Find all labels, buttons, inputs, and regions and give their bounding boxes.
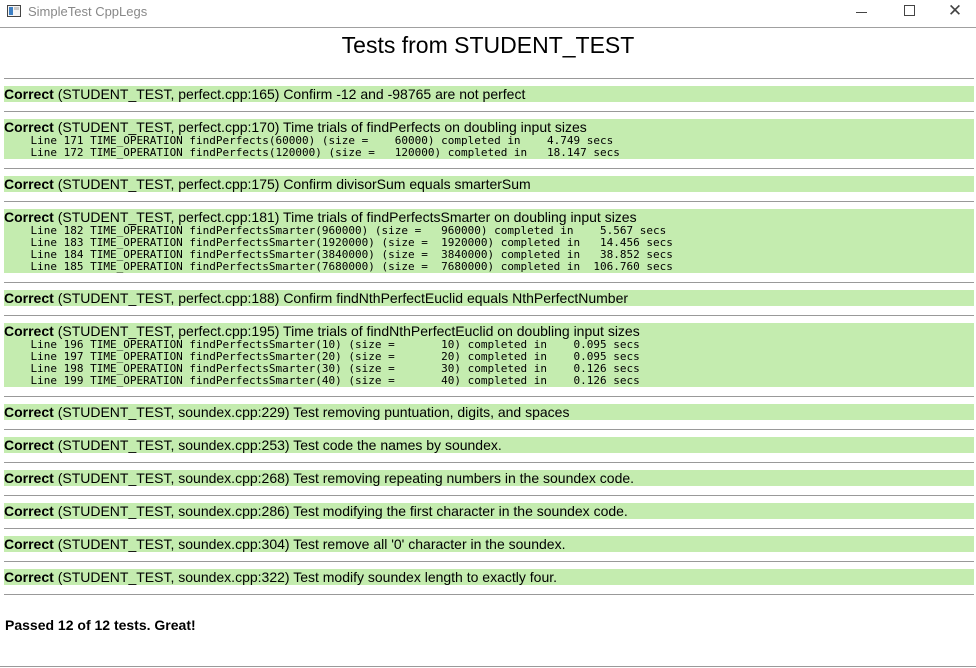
test-status: Correct [4, 176, 54, 192]
test-separator [4, 462, 974, 463]
minimize-icon [855, 11, 867, 13]
test-description: (STUDENT_TEST, perfect.cpp:188) Confirm … [57, 290, 629, 306]
test-header: Correct (STUDENT_TEST, soundex.cpp:253) … [4, 437, 974, 453]
test-separator [4, 495, 974, 496]
window-title: SimpleTest CppLegs [28, 4, 148, 19]
timing-output: Line 182 TIME_OPERATION findPerfectsSmar… [4, 225, 974, 273]
test-description: (STUDENT_TEST, perfect.cpp:195) Time tri… [57, 323, 640, 339]
test-status: Correct [4, 569, 54, 585]
test-separator [4, 282, 974, 283]
test-header: Correct (STUDENT_TEST, soundex.cpp:286) … [4, 503, 974, 519]
test-status: Correct [4, 290, 54, 306]
test-result: Correct (STUDENT_TEST, perfect.cpp:181) … [4, 209, 974, 273]
test-header: Correct (STUDENT_TEST, soundex.cpp:229) … [4, 404, 974, 420]
title-divider [0, 27, 976, 28]
test-result: Correct (STUDENT_TEST, perfect.cpp:165) … [4, 86, 974, 102]
test-description: (STUDENT_TEST, soundex.cpp:229) Test rem… [57, 404, 570, 420]
test-result: Correct (STUDENT_TEST, soundex.cpp:253) … [4, 437, 974, 453]
test-status: Correct [4, 470, 54, 486]
test-result: Correct (STUDENT_TEST, soundex.cpp:304) … [4, 536, 974, 552]
test-description: (STUDENT_TEST, perfect.cpp:175) Confirm … [57, 176, 531, 192]
timing-line: Line 172 TIME_OPERATION findPerfects(120… [4, 146, 620, 159]
test-header: Correct (STUDENT_TEST, perfect.cpp:170) … [4, 119, 974, 135]
test-description: (STUDENT_TEST, soundex.cpp:268) Test rem… [57, 470, 635, 486]
summary-text: Passed 12 of 12 tests. Great! [5, 617, 196, 633]
test-header: Correct (STUDENT_TEST, perfect.cpp:195) … [4, 323, 974, 339]
test-result: Correct (STUDENT_TEST, soundex.cpp:286) … [4, 503, 974, 519]
test-result: Correct (STUDENT_TEST, soundex.cpp:229) … [4, 404, 974, 420]
test-description: (STUDENT_TEST, soundex.cpp:253) Test cod… [57, 437, 502, 453]
test-separator [4, 561, 974, 562]
test-status: Correct [4, 404, 54, 420]
test-header: Correct (STUDENT_TEST, soundex.cpp:304) … [4, 536, 974, 552]
title-bar[interactable]: SimpleTest CppLegs ✕ [0, 0, 976, 24]
test-separator [4, 396, 974, 397]
maximize-button[interactable] [886, 0, 932, 24]
test-result: Correct (STUDENT_TEST, perfect.cpp:195) … [4, 323, 974, 387]
test-description: (STUDENT_TEST, soundex.cpp:304) Test rem… [57, 536, 566, 552]
bottom-divider [0, 666, 976, 667]
test-description: (STUDENT_TEST, perfect.cpp:181) Time tri… [57, 209, 637, 225]
test-separator [4, 315, 974, 316]
test-separator [4, 594, 974, 595]
test-header: Correct (STUDENT_TEST, soundex.cpp:268) … [4, 470, 974, 486]
test-separator [4, 528, 974, 529]
test-result: Correct (STUDENT_TEST, soundex.cpp:322) … [4, 569, 974, 585]
test-status: Correct [4, 437, 54, 453]
maximize-icon [903, 5, 915, 17]
test-header: Correct (STUDENT_TEST, perfect.cpp:165) … [4, 86, 974, 102]
test-result: Correct (STUDENT_TEST, perfect.cpp:170) … [4, 119, 974, 159]
test-status: Correct [4, 536, 54, 552]
test-description: (STUDENT_TEST, soundex.cpp:286) Test mod… [57, 503, 628, 519]
test-status: Correct [4, 323, 54, 339]
test-result: Correct (STUDENT_TEST, perfect.cpp:175) … [4, 176, 974, 192]
page-title: Tests from STUDENT_TEST [341, 32, 635, 58]
test-status: Correct [4, 119, 54, 135]
test-description: (STUDENT_TEST, perfect.cpp:170) Time tri… [57, 119, 587, 135]
test-separator [4, 201, 974, 202]
app-window: SimpleTest CppLegs ✕ Tests from STUDENT_… [0, 0, 976, 668]
test-header: Correct (STUDENT_TEST, soundex.cpp:322) … [4, 569, 974, 585]
test-status: Correct [4, 209, 54, 225]
test-status: Correct [4, 503, 54, 519]
test-result: Correct (STUDENT_TEST, perfect.cpp:188) … [4, 290, 974, 306]
timing-output: Line 171 TIME_OPERATION findPerfects(600… [4, 135, 974, 159]
test-separator [4, 429, 974, 430]
test-result: Correct (STUDENT_TEST, soundex.cpp:268) … [4, 470, 974, 486]
test-status: Correct [4, 86, 54, 102]
test-header: Correct (STUDENT_TEST, perfect.cpp:188) … [4, 290, 974, 306]
minimize-button[interactable] [838, 0, 884, 24]
close-icon: ✕ [947, 1, 963, 20]
test-header: Correct (STUDENT_TEST, perfect.cpp:175) … [4, 176, 974, 192]
test-separator [4, 168, 974, 169]
timing-line: Line 185 TIME_OPERATION findPerfectsSmar… [4, 260, 673, 273]
timing-line: Line 199 TIME_OPERATION findPerfectsSmar… [4, 374, 640, 387]
close-button[interactable]: ✕ [932, 0, 976, 24]
timing-output: Line 196 TIME_OPERATION findPerfectsSmar… [4, 339, 974, 387]
app-window-icon [7, 5, 21, 17]
test-description: (STUDENT_TEST, perfect.cpp:165) Confirm … [57, 86, 526, 102]
test-header: Correct (STUDENT_TEST, perfect.cpp:181) … [4, 209, 974, 225]
test-description: (STUDENT_TEST, soundex.cpp:322) Test mod… [57, 569, 558, 585]
test-separator [4, 111, 974, 112]
test-separator [4, 78, 974, 79]
